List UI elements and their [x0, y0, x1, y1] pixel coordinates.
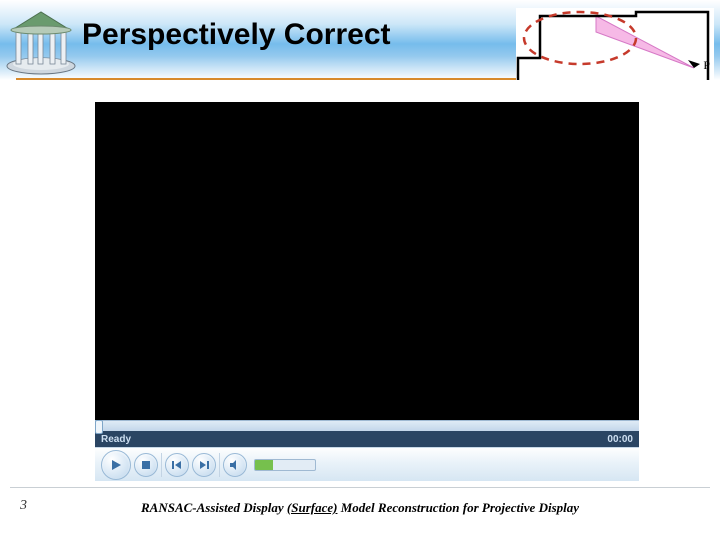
separator — [161, 453, 162, 477]
mute-button[interactable] — [223, 453, 247, 477]
footer-prefix: RANSAC-Assisted Display — [141, 500, 287, 515]
monument-logo — [4, 8, 78, 76]
time-text: 00:00 — [607, 434, 633, 445]
status-bar: Ready 00:00 — [95, 431, 639, 447]
media-player: Ready 00:00 — [95, 102, 639, 480]
volume-slider[interactable] — [254, 459, 316, 471]
prev-button[interactable] — [165, 453, 189, 477]
play-button[interactable] — [101, 450, 131, 480]
prev-icon — [172, 460, 182, 470]
next-icon — [199, 460, 209, 470]
stop-icon — [141, 460, 151, 470]
footer-text: RANSAC-Assisted Display (Surface) Model … — [0, 500, 720, 516]
footer-surface: (Surface) — [287, 500, 338, 515]
stop-button[interactable] — [134, 453, 158, 477]
speaker-icon — [230, 460, 240, 470]
status-text: Ready — [101, 434, 131, 445]
slide-title: Perspectively Correct — [82, 18, 391, 52]
separator — [219, 453, 220, 477]
slide: Perspectively Correct P Ready 00:00 — [0, 0, 720, 540]
controls-bar — [95, 447, 639, 481]
footer-rule — [10, 487, 710, 488]
video-area[interactable] — [95, 102, 639, 420]
play-icon — [110, 459, 122, 471]
seek-thumb[interactable] — [95, 420, 103, 434]
diagram-label-p: P — [703, 58, 710, 73]
next-button[interactable] — [192, 453, 216, 477]
footer-suffix: Model Reconstruction for Projective Disp… — [337, 500, 579, 515]
seek-bar[interactable] — [95, 420, 639, 431]
corner-diagram: P — [516, 8, 714, 86]
